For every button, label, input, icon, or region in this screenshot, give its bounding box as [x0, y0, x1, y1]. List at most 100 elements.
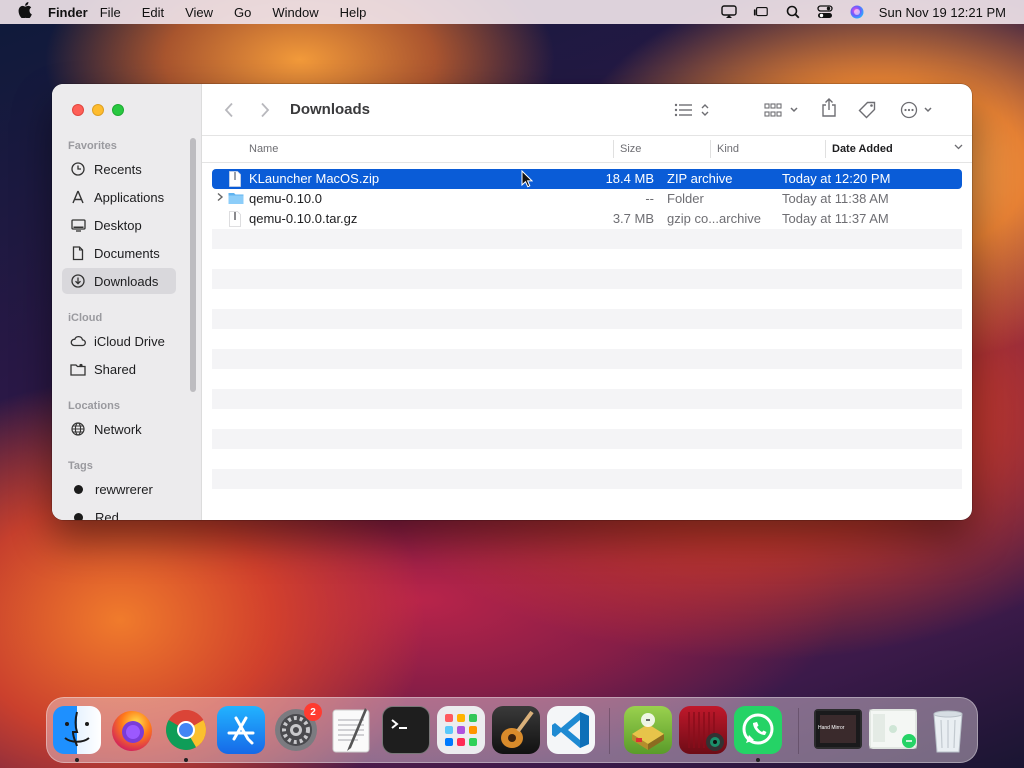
globe-icon — [70, 421, 86, 437]
file-date-added: Today at 12:20 PM — [782, 171, 891, 186]
file-browser: Downloads Name Size Kind Date Added KLau… — [202, 84, 972, 520]
file-list: KLauncher MacOS.zip 18.4 MB ZIP archive … — [212, 169, 962, 509]
sidebar-item-shared[interactable]: Shared — [62, 356, 176, 382]
view-mode-list-button[interactable] — [674, 100, 710, 120]
sidebar-section-locations: Locations — [68, 400, 120, 412]
shared-folder-icon — [70, 361, 86, 377]
sidebar-item-recents[interactable]: Recents — [62, 156, 176, 182]
tag-color-dot — [74, 484, 83, 494]
empty-row — [212, 449, 962, 469]
sidebar-item-label: Downloads — [94, 273, 159, 289]
column-divider[interactable] — [613, 140, 614, 158]
menu-window[interactable]: Window — [272, 5, 318, 20]
close-window-button[interactable] — [72, 104, 84, 116]
dock-whatsapp-web-icon[interactable] — [869, 709, 917, 749]
sidebar-scrollbar[interactable] — [190, 138, 196, 392]
empty-row — [212, 329, 962, 349]
empty-row — [212, 229, 962, 249]
applications-icon — [70, 189, 86, 205]
dock-chrome-icon[interactable] — [162, 706, 210, 754]
file-row-qemu-folder[interactable]: qemu-0.10.0 -- Folder Today at 11:38 AM — [212, 189, 962, 209]
sidebar-item-label: Applications — [94, 189, 165, 205]
zoom-window-button[interactable] — [112, 104, 124, 116]
clock-icon — [70, 161, 86, 177]
dock-hand-mirror-icon[interactable]: Hand Mirror — [814, 709, 862, 749]
app-name-menu[interactable]: Finder — [48, 5, 88, 20]
menu-file[interactable]: File — [100, 5, 121, 20]
file-kind: Folder — [667, 191, 704, 206]
tag-color-dot — [74, 512, 83, 520]
siri-icon[interactable] — [849, 5, 865, 19]
tag-button[interactable] — [858, 100, 878, 120]
column-divider[interactable] — [710, 140, 711, 158]
column-divider[interactable] — [825, 140, 826, 158]
dock-garageband-icon[interactable] — [492, 706, 540, 754]
sidebar-item-label: Red — [95, 509, 119, 521]
control-center-icon[interactable] — [817, 5, 833, 19]
stage-manager-icon[interactable] — [753, 5, 769, 19]
disclosure-triangle-icon[interactable] — [216, 192, 228, 205]
file-date-added: Today at 11:38 AM — [782, 191, 889, 206]
sidebar-section-icloud: iCloud — [68, 312, 103, 324]
share-button[interactable] — [821, 98, 837, 118]
dock-photo-booth-icon[interactable] — [679, 706, 727, 754]
empty-row — [212, 369, 962, 389]
menu-help[interactable]: Help — [340, 5, 367, 20]
menu-view[interactable]: View — [185, 5, 213, 20]
column-header-size[interactable]: Size — [620, 143, 641, 155]
empty-row — [212, 289, 962, 309]
sidebar-item-label: Documents — [94, 245, 160, 261]
dock-finder-icon[interactable] — [53, 706, 101, 754]
running-indicator — [756, 758, 760, 762]
empty-row — [212, 309, 962, 329]
file-row-klauncher[interactable]: KLauncher MacOS.zip 18.4 MB ZIP archive … — [212, 169, 962, 189]
file-name: KLauncher MacOS.zip — [249, 171, 380, 186]
dock-game-icon[interactable] — [624, 706, 672, 754]
column-header-date-added[interactable]: Date Added — [832, 143, 893, 155]
dock-firefox-icon[interactable] — [108, 706, 156, 754]
sidebar-tag-red[interactable]: Red — [62, 504, 176, 520]
dock-vscode-icon[interactable] — [547, 706, 595, 754]
spotlight-search-icon[interactable] — [785, 5, 801, 19]
sidebar-item-downloads[interactable]: Downloads — [62, 268, 176, 294]
forward-button[interactable] — [260, 100, 270, 120]
column-header-kind[interactable]: Kind — [717, 143, 739, 155]
file-row-qemu-archive[interactable]: qemu-0.10.0.tar.gz 3.7 MB gzip co...arch… — [212, 209, 962, 229]
empty-row — [212, 429, 962, 449]
dock-terminal-icon[interactable] — [382, 706, 430, 754]
apple-menu-icon[interactable] — [10, 2, 40, 22]
desktop-icon — [70, 217, 86, 233]
minimize-window-button[interactable] — [92, 104, 104, 116]
menu-edit[interactable]: Edit — [142, 5, 164, 20]
document-icon — [70, 245, 86, 261]
sidebar-item-icloud-drive[interactable]: iCloud Drive — [62, 328, 176, 354]
sidebar-item-network[interactable]: Network — [62, 416, 176, 442]
empty-row — [212, 409, 962, 429]
dock-textedit-icon[interactable] — [327, 706, 375, 754]
screen-mirroring-icon[interactable] — [721, 5, 737, 19]
sidebar: Favorites Recents Applications Desktop D… — [52, 84, 202, 520]
dock-whatsapp-icon[interactable] — [734, 706, 782, 754]
empty-row — [212, 489, 962, 509]
empty-row — [212, 349, 962, 369]
sidebar-item-applications[interactable]: Applications — [62, 184, 176, 210]
file-size: 3.7 MB — [612, 211, 654, 226]
file-name: qemu-0.10.0 — [249, 191, 322, 206]
sidebar-item-documents[interactable]: Documents — [62, 240, 176, 266]
column-header-row: Name Size Kind Date Added — [202, 136, 972, 163]
finder-window: Favorites Recents Applications Desktop D… — [52, 84, 972, 520]
folder-icon — [228, 191, 244, 207]
empty-row — [212, 469, 962, 489]
column-header-name[interactable]: Name — [249, 143, 278, 155]
more-actions-button[interactable] — [900, 100, 936, 120]
dock-app-store-icon[interactable] — [217, 706, 265, 754]
menubar-clock[interactable]: Sun Nov 19 12:21 PM — [879, 5, 1006, 20]
sidebar-tag-rewwrerer[interactable]: rewwrerer — [62, 476, 176, 502]
group-by-button[interactable] — [764, 100, 800, 120]
back-button[interactable] — [224, 100, 234, 120]
sidebar-item-desktop[interactable]: Desktop — [62, 212, 176, 238]
dock-trash-icon[interactable] — [924, 706, 972, 754]
menu-go[interactable]: Go — [234, 5, 251, 20]
dock-launchpad-icon[interactable] — [437, 706, 485, 754]
sort-chevron-down-icon[interactable] — [954, 142, 963, 154]
